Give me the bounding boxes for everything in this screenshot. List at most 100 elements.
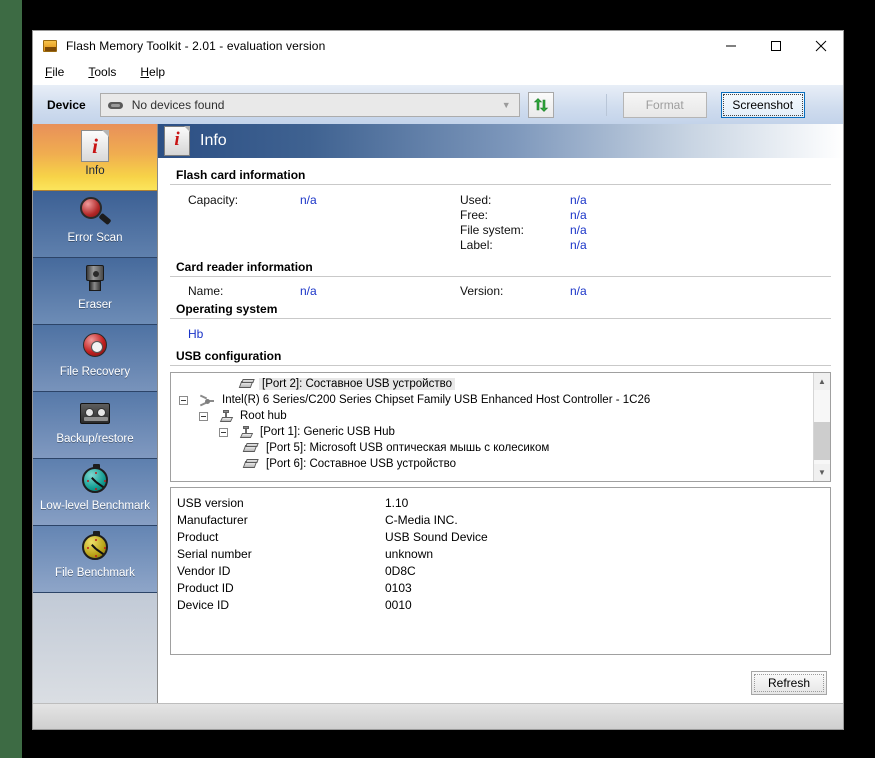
section-title-operating-system: Operating system xyxy=(176,302,278,316)
main-panel: i Info Flash card information Capacity: … xyxy=(158,124,843,703)
sidebar-item-error-scan[interactable]: Error Scan xyxy=(33,191,157,258)
magnifier-icon xyxy=(78,196,112,230)
toolbar-divider xyxy=(605,93,607,116)
detail-key: USB version xyxy=(177,495,244,510)
capacity-label: Capacity: xyxy=(188,193,239,207)
section-title-usb-configuration: USB configuration xyxy=(176,349,282,363)
detail-value: 0D8C xyxy=(385,563,416,578)
scroll-up-icon[interactable]: ▲ xyxy=(813,373,830,390)
info-document-icon: i xyxy=(164,126,190,156)
stopwatch-teal-icon xyxy=(78,464,112,498)
sidebar-item-info-label: Info xyxy=(85,165,105,177)
usb-hub-icon xyxy=(219,409,234,423)
detail-key: Device ID xyxy=(177,597,230,612)
sidebar-item-file-recovery[interactable]: File Recovery xyxy=(33,325,157,392)
used-value: n/a xyxy=(570,193,587,207)
section-title-card-reader: Card reader information xyxy=(176,260,313,274)
app-icon xyxy=(42,38,58,54)
divider xyxy=(170,365,831,366)
tree-item-label: [Port 1]: Generic USB Hub xyxy=(260,426,395,438)
detail-row: Product ID 0103 xyxy=(177,579,830,596)
scrollbar-thumb[interactable] xyxy=(813,422,830,460)
tree-item[interactable]: [Port 6]: Составное USB устройство xyxy=(171,456,813,472)
tree-item[interactable]: [Port 2]: Составное USB устройство xyxy=(171,376,813,392)
tree-item[interactable]: [Port 1]: Generic USB Hub xyxy=(171,424,813,440)
sidebar-item-backup-restore[interactable]: Backup/restore xyxy=(33,392,157,459)
sidebar-item-low-level-benchmark[interactable]: Low-level Benchmark xyxy=(33,459,157,526)
sidebar: i Info Error Scan Eraser File Recovery B… xyxy=(33,124,158,703)
stopwatch-yellow-icon xyxy=(78,531,112,565)
usb-device-icon xyxy=(238,378,255,390)
tree-item-label: Intel(R) 6 Series/C200 Series Chipset Fa… xyxy=(222,394,651,406)
maximize-button[interactable] xyxy=(753,31,798,61)
life-ring-icon xyxy=(78,330,112,364)
file-system-label: File system: xyxy=(460,223,525,237)
menu-file-rest: ile xyxy=(52,65,65,79)
divider xyxy=(170,318,831,319)
refresh-button[interactable]: Refresh xyxy=(751,671,827,695)
used-label: Used: xyxy=(460,193,492,207)
usb-details-list: USB version 1.10 Manufacturer C-Media IN… xyxy=(170,487,831,655)
detail-row: Product USB Sound Device xyxy=(177,528,830,545)
spacer-cell xyxy=(300,238,460,252)
usb-device-icon xyxy=(242,458,259,470)
minimize-button[interactable] xyxy=(708,31,753,61)
window-body: i Info Error Scan Eraser File Recovery B… xyxy=(33,124,843,703)
panel-footer: Refresh xyxy=(158,663,843,703)
close-button[interactable] xyxy=(798,31,843,61)
info-document-icon: i xyxy=(78,129,112,163)
detail-key: Product ID xyxy=(177,580,234,595)
reader-version-value: n/a xyxy=(570,284,587,298)
format-button[interactable]: Format xyxy=(622,91,707,118)
capacity-value: n/a xyxy=(300,193,317,207)
tree-item[interactable]: [Port 5]: Microsoft USB оптическая мышь … xyxy=(171,440,813,456)
sidebar-item-eraser-label: Eraser xyxy=(78,299,112,311)
sidebar-item-eraser[interactable]: Eraser xyxy=(33,258,157,325)
detail-value: unknown xyxy=(385,546,434,561)
rescan-devices-button[interactable] xyxy=(527,91,554,118)
sidebar-item-low-level-benchmark-label: Low-level Benchmark xyxy=(40,500,150,512)
usb-tree-scrollbar[interactable]: ▲ ▼ xyxy=(813,373,830,481)
sidebar-item-backup-restore-label: Backup/restore xyxy=(56,433,134,445)
detail-value: USB Sound Device xyxy=(385,529,488,544)
usb-tree[interactable]: [Port 2]: Составное USB устройство Intel… xyxy=(170,372,831,482)
menu-tools[interactable]: Tools xyxy=(86,63,118,81)
sidebar-item-file-benchmark-label: File Benchmark xyxy=(55,567,135,579)
device-select[interactable]: No devices found ▼ xyxy=(99,92,520,117)
sidebar-item-info[interactable]: i Info xyxy=(33,124,157,191)
tree-item-label: [Port 2]: Составное USB устройство xyxy=(259,378,455,390)
screenshot-button[interactable]: Screenshot xyxy=(720,91,805,118)
menu-help-accel: H xyxy=(140,65,150,79)
sidebar-item-file-benchmark[interactable]: File Benchmark xyxy=(33,526,157,593)
desktop-edge-left xyxy=(0,0,22,758)
collapse-expander-icon[interactable] xyxy=(179,395,188,405)
file-system-value: n/a xyxy=(570,223,587,237)
device-select-value: No devices found xyxy=(131,97,225,112)
tree-item-label: [Port 5]: Microsoft USB оптическая мышь … xyxy=(266,442,550,454)
usb-device-icon xyxy=(242,442,259,454)
scroll-down-icon[interactable]: ▼ xyxy=(813,464,830,481)
app-window: Flash Memory Toolkit - 2.01 - evaluation… xyxy=(32,30,844,730)
usb-hub-icon xyxy=(239,425,254,439)
detail-row: USB version 1.10 xyxy=(177,494,830,511)
device-label: Device xyxy=(47,97,86,112)
titlebar[interactable]: Flash Memory Toolkit - 2.01 - evaluation… xyxy=(33,30,843,61)
detail-row: Serial number unknown xyxy=(177,545,830,562)
section-title-flash-card: Flash card information xyxy=(176,168,306,182)
reader-name-value: n/a xyxy=(300,284,317,298)
spacer-cell xyxy=(188,208,300,222)
collapse-expander-icon[interactable] xyxy=(219,427,228,437)
detail-row: Vendor ID 0D8C xyxy=(177,562,830,579)
operating-system-value: Hb xyxy=(188,327,204,341)
tree-item[interactable]: Root hub xyxy=(171,408,813,424)
window-title: Flash Memory Toolkit - 2.01 - evaluation… xyxy=(66,38,326,53)
tree-item[interactable]: Intel(R) 6 Series/C200 Series Chipset Fa… xyxy=(171,392,813,408)
menu-help[interactable]: Help xyxy=(138,63,167,81)
cassette-tape-icon xyxy=(78,397,112,431)
scrollbar-track[interactable] xyxy=(813,390,830,464)
reader-name-label: Name: xyxy=(188,284,224,298)
menu-file[interactable]: File xyxy=(43,63,66,81)
detail-key: Serial number xyxy=(177,546,252,561)
sidebar-item-file-recovery-label: File Recovery xyxy=(59,366,131,378)
collapse-expander-icon[interactable] xyxy=(199,411,208,421)
